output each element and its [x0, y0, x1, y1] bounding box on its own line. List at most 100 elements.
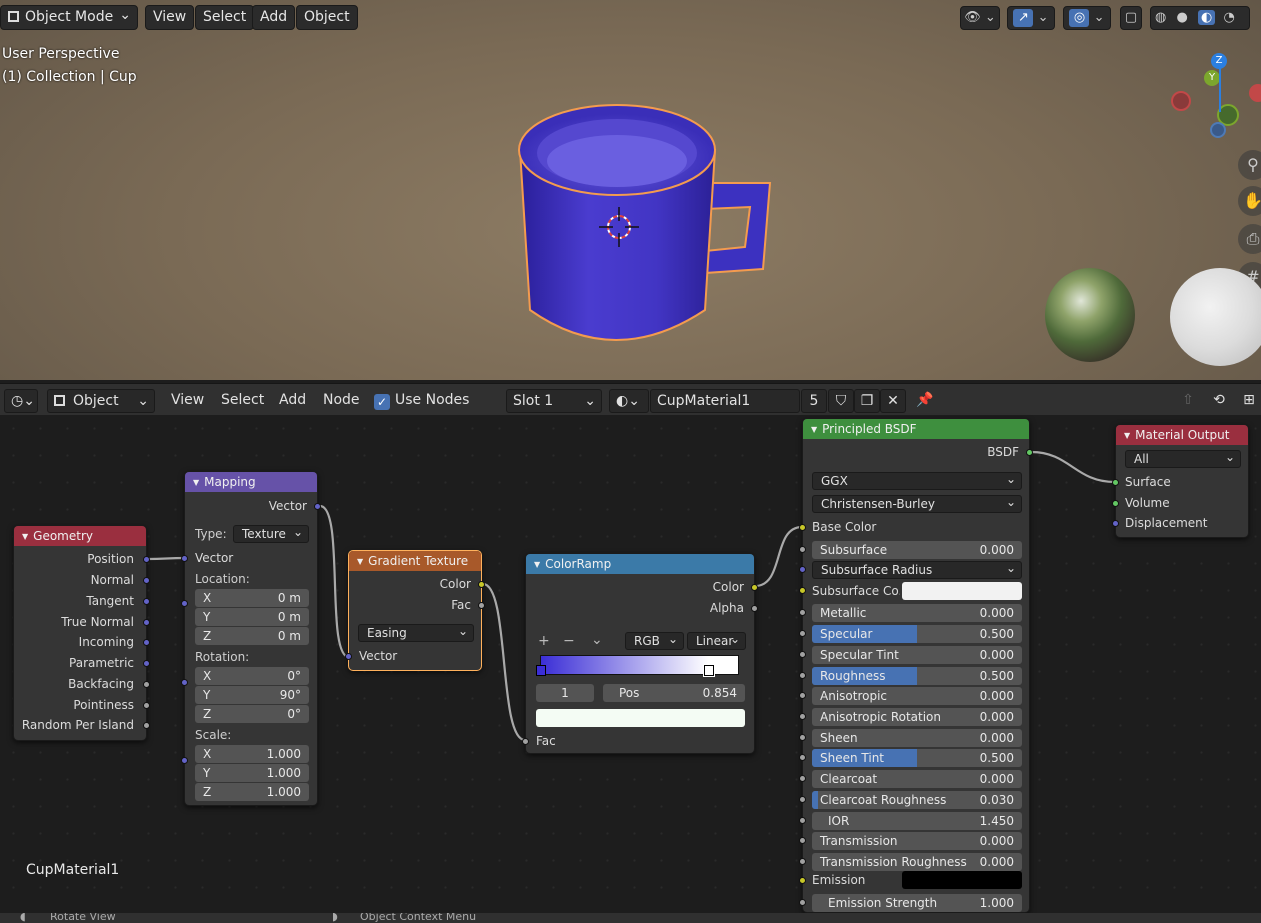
gradient-type-dropdown[interactable]: Easing	[358, 623, 474, 642]
socket[interactable]	[143, 702, 150, 709]
xray-icon[interactable]: ▢	[1120, 6, 1142, 30]
unlink-material-icon[interactable]: ✕	[880, 389, 906, 413]
socket[interactable]	[799, 651, 806, 658]
bsdf-field-anisotropic[interactable]: Anisotropic 0.000	[812, 687, 1022, 705]
bsdf-field-ior[interactable]: IOR 1.450	[812, 812, 1022, 830]
principled-bsdf-node[interactable]: ▼Principled BSDF BSDF GGX Christensen-Bu…	[799, 418, 1033, 913]
axis-neg-x-gizmo[interactable]	[1171, 91, 1191, 111]
socket[interactable]	[799, 609, 806, 616]
material-output-node[interactable]: ▼Material Output All Surface Volume Disp…	[1112, 424, 1249, 538]
color-mode-dropdown[interactable]: RGB	[625, 631, 684, 650]
axis-y-gizmo[interactable]: Y	[1204, 70, 1220, 86]
node-menu-view[interactable]: View	[171, 389, 204, 413]
collapse-arrow-icon[interactable]: ▼	[811, 425, 817, 434]
collapse-arrow-icon[interactable]: ▼	[22, 532, 28, 541]
rendered-shading-icon[interactable]: ◔	[1223, 10, 1234, 25]
parent-node-tree-icon[interactable]: ⇧	[1176, 389, 1200, 413]
camera-icon[interactable]: ⎙	[1238, 224, 1261, 254]
stop-position-field[interactable]: Pos 0.854	[603, 684, 745, 702]
socket[interactable]	[751, 605, 758, 612]
socket[interactable]	[181, 757, 188, 764]
checkbox-checked-icon[interactable]: ✓	[374, 394, 390, 410]
fake-user-shield-icon[interactable]: ⛉	[828, 389, 854, 413]
object-type-dropdown[interactable]: Object ⌄	[47, 389, 155, 413]
snap-settings-icon[interactable]: ⊞	[1236, 389, 1261, 413]
bsdf-field-roughness[interactable]: Roughness 0.500	[812, 667, 1022, 685]
viewport-menu-object[interactable]: Object	[296, 5, 358, 30]
scale-x-field[interactable]: X 1.000	[195, 745, 309, 763]
bsdf-field-anisotropic-rotation[interactable]: Anisotropic Rotation 0.000	[812, 708, 1022, 726]
bsdf-field-sheen[interactable]: Sheen 0.000	[812, 729, 1022, 747]
socket[interactable]	[143, 722, 150, 729]
socket[interactable]	[799, 630, 806, 637]
axis-x-gizmo[interactable]	[1249, 84, 1261, 102]
socket[interactable]	[799, 546, 806, 553]
collapse-arrow-icon[interactable]: ▼	[357, 557, 363, 566]
mapping-node[interactable]: ▼Mapping Vector Type: Texture Vector Loc…	[181, 471, 321, 806]
material-browse-dropdown[interactable]: ◐⌄	[609, 389, 649, 413]
active-stop-index[interactable]: 1	[536, 684, 594, 702]
bsdf-field-subsurface[interactable]: Subsurface 0.000	[812, 541, 1022, 559]
geometry-node[interactable]: ▼ Geometry Position Normal Tangent True N…	[13, 525, 150, 741]
socket[interactable]	[143, 619, 150, 626]
socket[interactable]	[799, 587, 806, 594]
colorramp-node[interactable]: ▼ColorRamp Color Alpha + − ⌄ RGB Linear …	[522, 553, 758, 754]
node-canvas[interactable]: ▼ Geometry Position Normal Tangent True N…	[0, 415, 1261, 915]
socket[interactable]	[345, 653, 352, 660]
scale-y-field[interactable]: Y 1.000	[195, 764, 309, 782]
socket[interactable]	[799, 566, 806, 573]
socket[interactable]	[143, 577, 150, 584]
socket[interactable]	[181, 600, 188, 607]
viewport-menu-view[interactable]: View	[145, 5, 195, 30]
principled-bsdf-node-header[interactable]: ▼ Principled BSDF	[803, 419, 1029, 439]
distribution-dropdown[interactable]: GGX	[812, 471, 1022, 490]
zoom-icon[interactable]: ⚲	[1238, 150, 1261, 180]
axis-z-gizmo[interactable]: Z	[1211, 53, 1227, 69]
colorramp-node-header[interactable]: ▼ ColorRamp	[526, 554, 754, 574]
visibility-icon[interactable]: 👁 ⌄	[960, 6, 1000, 30]
location-x-field[interactable]: X0 m	[195, 589, 309, 607]
bsdf-field-clearcoat-roughness[interactable]: Clearcoat Roughness 0.030	[812, 791, 1022, 809]
socket[interactable]	[143, 681, 150, 688]
socket[interactable]	[799, 899, 806, 906]
stop-color-swatch[interactable]	[536, 709, 745, 727]
collapse-arrow-icon[interactable]: ▼	[1124, 431, 1130, 440]
mapping-type-dropdown[interactable]: Texture	[233, 524, 309, 543]
gradient-texture-node[interactable]: ▼Gradient Texture Color Fac Easing Vecto…	[345, 550, 485, 671]
viewport-menu-select[interactable]: Select	[195, 5, 255, 30]
subsurface-color-swatch[interactable]	[902, 582, 1022, 600]
socket[interactable]	[1112, 500, 1119, 507]
socket[interactable]	[1112, 520, 1119, 527]
ramp-stop-1[interactable]	[704, 665, 714, 676]
snap-icon[interactable]: ⟲	[1206, 389, 1232, 413]
socket[interactable]	[799, 692, 806, 699]
gradient-texture-node-header[interactable]: ▼ Gradient Texture	[349, 551, 481, 571]
collapse-arrow-icon[interactable]: ▼	[534, 560, 540, 569]
socket[interactable]	[522, 738, 529, 745]
socket[interactable]	[799, 877, 806, 884]
socket[interactable]	[1112, 479, 1119, 486]
socket[interactable]	[799, 796, 806, 803]
socket[interactable]	[143, 639, 150, 646]
material-user-count[interactable]: 5	[801, 389, 827, 413]
material-shading-icon[interactable]: ◐	[1197, 10, 1216, 25]
node-menu-select[interactable]: Select	[221, 389, 264, 413]
socket[interactable]	[751, 584, 758, 591]
mode-dropdown[interactable]: Object Mode ⌄	[0, 5, 138, 30]
bsdf-field-metallic[interactable]: Metallic 0.000	[812, 604, 1022, 622]
bsdf-field-clearcoat[interactable]: Clearcoat 0.000	[812, 770, 1022, 788]
emission-strength-field[interactable]: Emission Strength 1.000	[812, 894, 1022, 912]
editor-type-dropdown[interactable]: ◷⌄	[4, 389, 38, 413]
socket[interactable]	[799, 713, 806, 720]
material-output-node-header[interactable]: ▼ Material Output	[1116, 425, 1248, 445]
socket[interactable]	[181, 679, 188, 686]
socket[interactable]	[799, 858, 806, 865]
pan-hand-icon[interactable]: ✋	[1238, 186, 1261, 216]
bsdf-field-specular[interactable]: Specular 0.500	[812, 625, 1022, 643]
gizmo-toggle-icon[interactable]: ↗ ⌄	[1007, 6, 1055, 30]
bsdf-field-sheen-tint[interactable]: Sheen Tint 0.500	[812, 749, 1022, 767]
socket[interactable]	[799, 837, 806, 844]
pin-icon[interactable]: 📌	[914, 389, 936, 413]
socket[interactable]	[799, 672, 806, 679]
slot-dropdown[interactable]: Slot 1 ⌄	[506, 389, 602, 413]
